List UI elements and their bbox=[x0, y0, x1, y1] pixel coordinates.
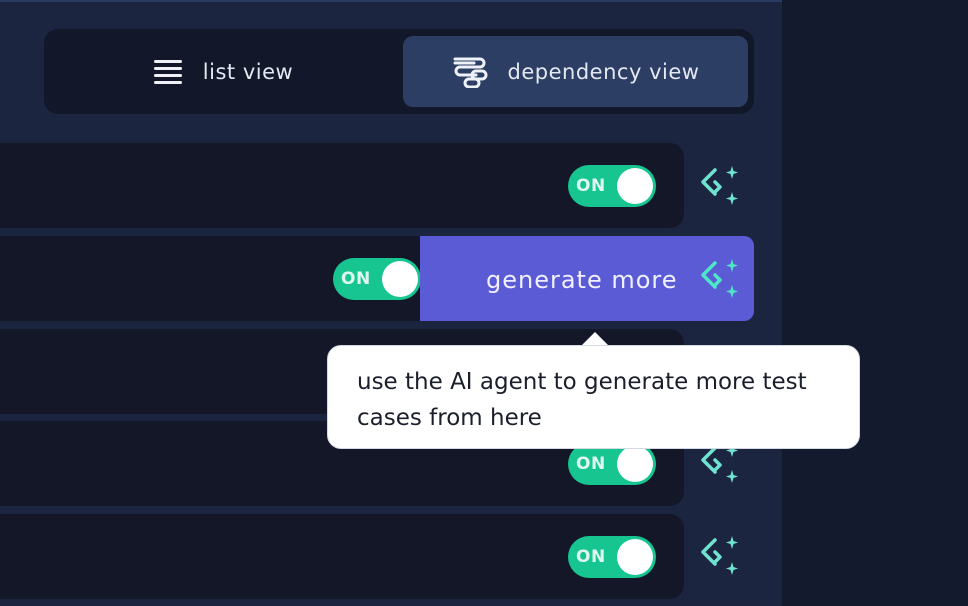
dependency-view-button[interactable]: dependency view bbox=[403, 36, 748, 107]
switch-label: ON bbox=[576, 454, 606, 474]
panel-top-border bbox=[0, 0, 782, 2]
switch-label: ON bbox=[341, 269, 371, 289]
tooltip-line-2: cases from here bbox=[357, 405, 542, 431]
switch-knob bbox=[617, 446, 653, 482]
switch-knob bbox=[382, 261, 418, 297]
tooltip: use the AI agent to generate more test c… bbox=[327, 345, 860, 449]
generate-more-button[interactable]: generate more bbox=[420, 236, 754, 321]
switch-label: ON bbox=[576, 176, 606, 196]
switch-knob bbox=[617, 168, 653, 204]
tooltip-arrow bbox=[581, 332, 609, 346]
dependency-view-label: dependency view bbox=[507, 59, 700, 84]
view-toggle: list view dependency view bbox=[44, 29, 754, 114]
ai-sparkle-icon[interactable] bbox=[698, 164, 742, 208]
list-icon bbox=[153, 59, 182, 84]
test-case-row: ON bbox=[0, 236, 450, 321]
ai-sparkle-icon[interactable] bbox=[698, 534, 742, 578]
dependency-icon bbox=[453, 57, 488, 88]
enable-switch[interactable]: ON bbox=[333, 258, 421, 300]
switch-knob bbox=[617, 539, 653, 575]
ai-sparkle-icon bbox=[701, 259, 738, 298]
enable-switch[interactable]: ON bbox=[568, 443, 656, 485]
test-case-row: ON bbox=[0, 514, 684, 599]
enable-switch[interactable]: ON bbox=[568, 165, 656, 207]
list-view-button[interactable]: list view bbox=[52, 36, 394, 107]
test-case-row: ON bbox=[0, 143, 684, 228]
right-background bbox=[782, 0, 968, 606]
generate-more-label: generate more bbox=[486, 266, 678, 294]
switch-label: ON bbox=[576, 547, 606, 567]
enable-switch[interactable]: ON bbox=[568, 536, 656, 578]
test-case-panel: list view dependency view ON ON generate… bbox=[0, 0, 782, 606]
list-view-label: list view bbox=[202, 59, 294, 84]
tooltip-line-1: use the AI agent to generate more test bbox=[357, 369, 807, 395]
